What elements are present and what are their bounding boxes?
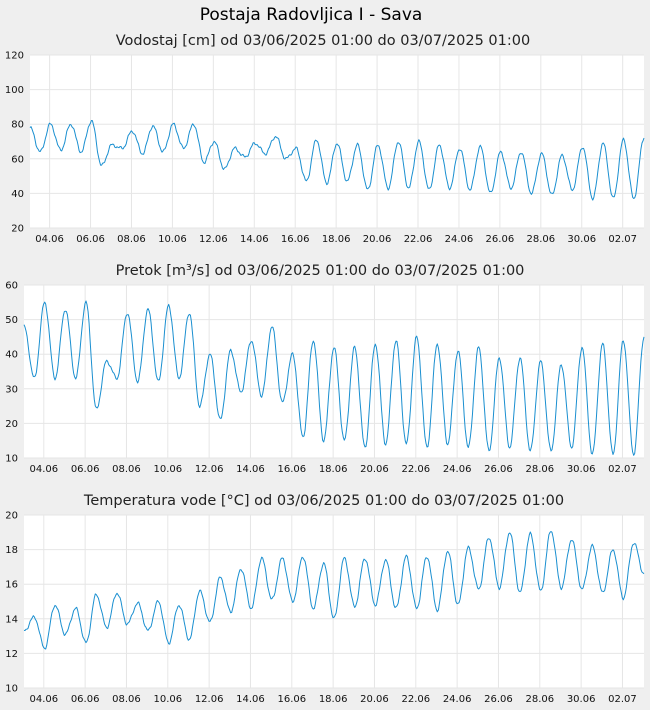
y-tick-label: 40: [5, 350, 18, 361]
x-tick-label: 12.06: [199, 234, 228, 245]
chart-panel-pretok: Pretok [m³/s] od 03/06/2025 01:00 do 03/…: [5, 263, 645, 475]
x-tick-label: 18.06: [322, 234, 351, 245]
y-tick-label: 20: [11, 224, 24, 235]
x-tick-label: 08.06: [112, 694, 141, 705]
x-tick-label: 04.06: [35, 234, 64, 245]
y-tick-label: 50: [5, 315, 18, 326]
x-tick-label: 16.06: [277, 464, 306, 475]
x-tick-label: 04.06: [29, 464, 58, 475]
x-tick-label: 22.06: [404, 234, 433, 245]
x-tick-label: 24.06: [443, 694, 472, 705]
y-tick-label: 60: [11, 154, 24, 165]
x-tick-label: 10.06: [153, 694, 182, 705]
x-tick-label: 06.06: [71, 464, 100, 475]
y-tick-label: 60: [5, 281, 18, 292]
x-tick-label: 18.06: [319, 464, 348, 475]
x-tick-label: 12.06: [195, 464, 224, 475]
x-tick-label: 24.06: [445, 234, 474, 245]
chart-panel-vodostaj: Vodostaj [cm] od 03/06/2025 01:00 do 03/…: [5, 33, 645, 245]
y-tick-label: 16: [5, 580, 18, 591]
x-tick-label: 06.06: [76, 234, 105, 245]
y-tick-label: 10: [5, 454, 18, 465]
x-tick-label: 28.06: [525, 694, 554, 705]
y-tick-label: 18: [5, 545, 18, 556]
y-tick-label: 100: [5, 85, 24, 96]
chart-canvas: Postaja Radovljica I - Sava Vodostaj [cm…: [5, 5, 645, 705]
plot-area-temperatura: [24, 515, 644, 688]
x-tick-label: 22.06: [401, 464, 430, 475]
x-tick-label: 26.06: [484, 694, 513, 705]
x-tick-label: 02.07: [608, 694, 637, 705]
x-tick-label: 22.06: [401, 694, 430, 705]
x-tick-label: 02.07: [608, 464, 637, 475]
x-tick-label: 30.06: [567, 694, 596, 705]
plot-area-pretok: [24, 285, 644, 458]
x-tick-label: 10.06: [153, 464, 182, 475]
x-tick-label: 26.06: [484, 464, 513, 475]
y-tick-label: 20: [5, 511, 18, 522]
x-tick-label: 16.06: [277, 694, 306, 705]
chart-title-pretok: Pretok [m³/s] od 03/06/2025 01:00 do 03/…: [116, 263, 525, 279]
x-tick-label: 14.06: [236, 694, 265, 705]
chart-title-vodostaj: Vodostaj [cm] od 03/06/2025 01:00 do 03/…: [116, 33, 530, 49]
x-tick-label: 24.06: [443, 464, 472, 475]
y-tick-label: 30: [5, 384, 18, 395]
y-tick-label: 80: [11, 120, 24, 131]
x-tick-label: 20.06: [360, 694, 389, 705]
x-tick-label: 08.06: [112, 464, 141, 475]
x-tick-label: 14.06: [236, 464, 265, 475]
y-tick-label: 40: [11, 189, 24, 200]
x-tick-label: 02.07: [608, 234, 637, 245]
x-tick-label: 10.06: [158, 234, 187, 245]
y-tick-label: 10: [5, 684, 18, 695]
x-tick-label: 30.06: [567, 464, 596, 475]
y-tick-label: 14: [5, 614, 18, 625]
chart-title-temperatura: Temperatura vode [°C] od 03/06/2025 01:0…: [83, 493, 564, 509]
x-tick-label: 08.06: [117, 234, 146, 245]
y-tick-label: 12: [5, 649, 18, 660]
x-tick-label: 12.06: [195, 694, 224, 705]
x-tick-label: 06.06: [71, 694, 100, 705]
page-title: Postaja Radovljica I - Sava: [200, 5, 423, 25]
x-tick-label: 20.06: [360, 464, 389, 475]
x-tick-label: 04.06: [29, 694, 58, 705]
x-tick-label: 20.06: [363, 234, 392, 245]
x-tick-label: 26.06: [486, 234, 515, 245]
plot-area-vodostaj: [30, 55, 644, 228]
x-tick-label: 30.06: [567, 234, 596, 245]
x-tick-label: 14.06: [240, 234, 269, 245]
x-tick-label: 28.06: [525, 464, 554, 475]
x-tick-label: 28.06: [526, 234, 555, 245]
x-tick-label: 16.06: [281, 234, 310, 245]
y-tick-label: 120: [5, 51, 24, 62]
x-tick-label: 18.06: [319, 694, 348, 705]
y-tick-label: 20: [5, 419, 18, 430]
chart-panel-temperatura: Temperatura vode [°C] od 03/06/2025 01:0…: [5, 493, 645, 705]
chart-page: Postaja Radovljica I - Sava Vodostaj [cm…: [0, 0, 650, 710]
